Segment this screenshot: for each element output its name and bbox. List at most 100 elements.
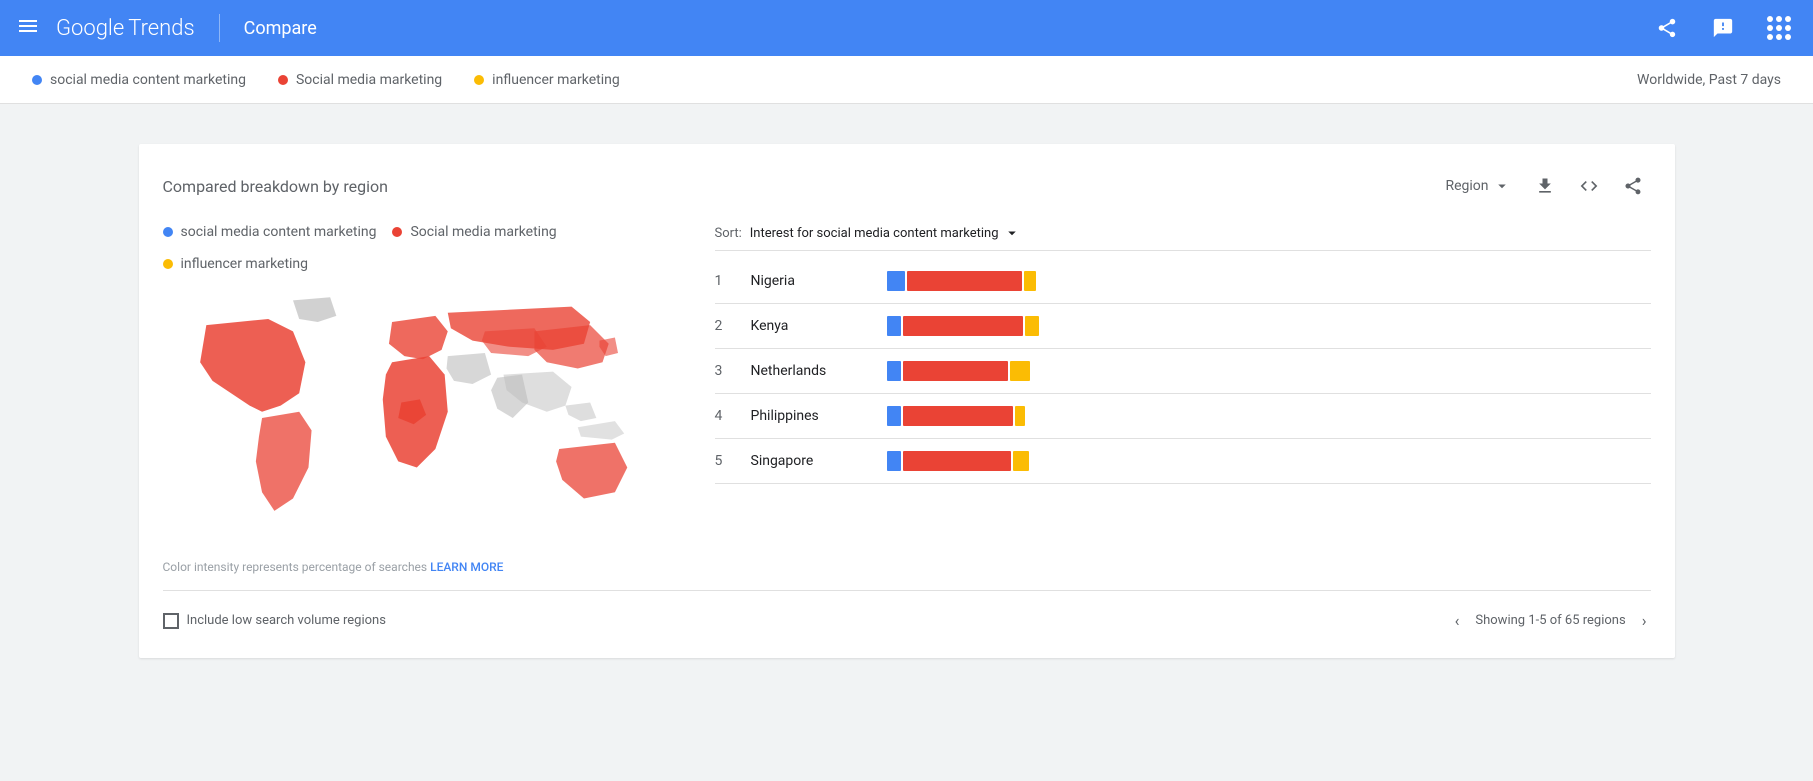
- card-legend-dot-1: [163, 227, 173, 237]
- learn-more-link[interactable]: LEARN MORE: [430, 560, 503, 574]
- map-note: Color intensity represents percentage of…: [163, 560, 683, 574]
- legend-label-3: influencer marketing: [492, 72, 620, 88]
- region-row: 4 Philippines: [715, 394, 1651, 439]
- main-card: Compared breakdown by region Region: [139, 144, 1675, 658]
- legend-bar: social media content marketing Social me…: [0, 56, 1813, 104]
- share-icon[interactable]: [1649, 10, 1685, 46]
- card-right: Sort: Interest for social media content …: [715, 224, 1651, 590]
- sort-bar: Sort: Interest for social media content …: [715, 224, 1651, 251]
- region-rank: 3: [715, 363, 735, 379]
- region-rank: 2: [715, 318, 735, 334]
- region-bars: [887, 406, 1651, 426]
- map-container: [163, 288, 683, 548]
- bar-red: [903, 361, 1008, 381]
- region-name: Nigeria: [751, 273, 871, 289]
- header-icons: [1649, 10, 1797, 46]
- card-footer: Include low search volume regions ‹ Show…: [163, 590, 1651, 634]
- region-dropdown[interactable]: Region: [1437, 173, 1518, 199]
- region-bars: [887, 271, 1651, 291]
- legend-dot-1: [32, 75, 42, 85]
- bar-red: [903, 316, 1023, 336]
- bar-red: [903, 451, 1011, 471]
- header-logo: Google Trends: [56, 16, 195, 41]
- card-body: social media content marketing Social me…: [163, 224, 1651, 590]
- low-volume-checkbox[interactable]: [163, 613, 179, 629]
- card-title: Compared breakdown by region: [163, 177, 1438, 196]
- legend-filter: Worldwide, Past 7 days: [1637, 72, 1781, 88]
- region-rank: 1: [715, 273, 735, 289]
- header-divider: [219, 14, 220, 42]
- sort-dropdown[interactable]: Interest for social media content market…: [750, 224, 1021, 242]
- legend-dot-3: [474, 75, 484, 85]
- region-name: Kenya: [751, 318, 871, 334]
- sort-value: Interest for social media content market…: [750, 226, 999, 241]
- legend-item-1: social media content marketing: [32, 72, 246, 88]
- header-compare: Compare: [244, 18, 317, 39]
- region-rank: 5: [715, 453, 735, 469]
- dropdown-arrow-icon: [1493, 177, 1511, 195]
- card-actions: Region: [1437, 168, 1650, 204]
- apps-icon[interactable]: [1761, 10, 1797, 46]
- bar-yellow: [1013, 451, 1029, 471]
- sort-dropdown-arrow-icon: [1003, 224, 1021, 242]
- spacer-top: [139, 128, 1675, 144]
- card-legend-item-2: Social media marketing: [392, 224, 556, 240]
- bar-red: [903, 406, 1013, 426]
- bar-blue: [887, 271, 905, 291]
- card-legend-label-2: Social media marketing: [410, 224, 556, 240]
- pagination: ‹ Showing 1-5 of 65 regions ›: [1451, 607, 1651, 634]
- world-map: [163, 288, 683, 548]
- download-icon[interactable]: [1527, 168, 1563, 204]
- region-bars: [887, 316, 1651, 336]
- header: Google Trends Compare: [0, 0, 1813, 56]
- region-name: Philippines: [751, 408, 871, 424]
- bar-yellow: [1015, 406, 1025, 426]
- card-header: Compared breakdown by region Region: [163, 168, 1651, 204]
- legend-label-2: Social media marketing: [296, 72, 442, 88]
- card-legend-label-3: influencer marketing: [181, 256, 309, 272]
- region-rank: 4: [715, 408, 735, 424]
- bar-yellow: [1010, 361, 1030, 381]
- share-card-icon[interactable]: [1615, 168, 1651, 204]
- card-legend-item-3: influencer marketing: [163, 256, 309, 272]
- legend-item-3: influencer marketing: [474, 72, 620, 88]
- logo-google: Google: [56, 16, 124, 41]
- bar-blue: [887, 361, 901, 381]
- card-inner-legend: social media content marketing Social me…: [163, 224, 683, 272]
- checkbox-area: Include low search volume regions: [163, 613, 386, 629]
- legend-dot-2: [278, 75, 288, 85]
- card-legend-dot-3: [163, 259, 173, 269]
- bar-blue: [887, 316, 901, 336]
- region-list: 1 Nigeria 2 Kenya 3 Netherlands: [715, 259, 1651, 484]
- legend-item-2: Social media marketing: [278, 72, 442, 88]
- region-name: Netherlands: [751, 363, 871, 379]
- region-name: Singapore: [751, 453, 871, 469]
- checkbox-label: Include low search volume regions: [187, 613, 386, 628]
- region-row: 2 Kenya: [715, 304, 1651, 349]
- logo-trends: Trends: [128, 16, 194, 41]
- region-bars: [887, 451, 1651, 471]
- legend-label-1: social media content marketing: [50, 72, 246, 88]
- bar-red: [907, 271, 1022, 291]
- map-note-text: Color intensity represents percentage of…: [163, 560, 428, 574]
- card-legend-dot-2: [392, 227, 402, 237]
- pagination-text: Showing 1-5 of 65 regions: [1475, 613, 1625, 628]
- embed-icon[interactable]: [1571, 168, 1607, 204]
- region-row: 1 Nigeria: [715, 259, 1651, 304]
- bar-yellow: [1025, 316, 1039, 336]
- sort-prefix: Sort:: [715, 226, 742, 241]
- feedback-icon[interactable]: [1705, 10, 1741, 46]
- region-bars: [887, 361, 1651, 381]
- region-row: 5 Singapore: [715, 439, 1651, 484]
- menu-icon[interactable]: [16, 14, 40, 43]
- pagination-next-icon[interactable]: ›: [1638, 607, 1651, 634]
- card-left: social media content marketing Social me…: [163, 224, 683, 590]
- card-legend-item-1: social media content marketing: [163, 224, 377, 240]
- card-legend-label-1: social media content marketing: [181, 224, 377, 240]
- content-area: Compared breakdown by region Region: [107, 104, 1707, 698]
- bar-yellow: [1024, 271, 1036, 291]
- bar-blue: [887, 451, 901, 471]
- region-row: 3 Netherlands: [715, 349, 1651, 394]
- pagination-prev-icon[interactable]: ‹: [1451, 607, 1464, 634]
- bar-blue: [887, 406, 901, 426]
